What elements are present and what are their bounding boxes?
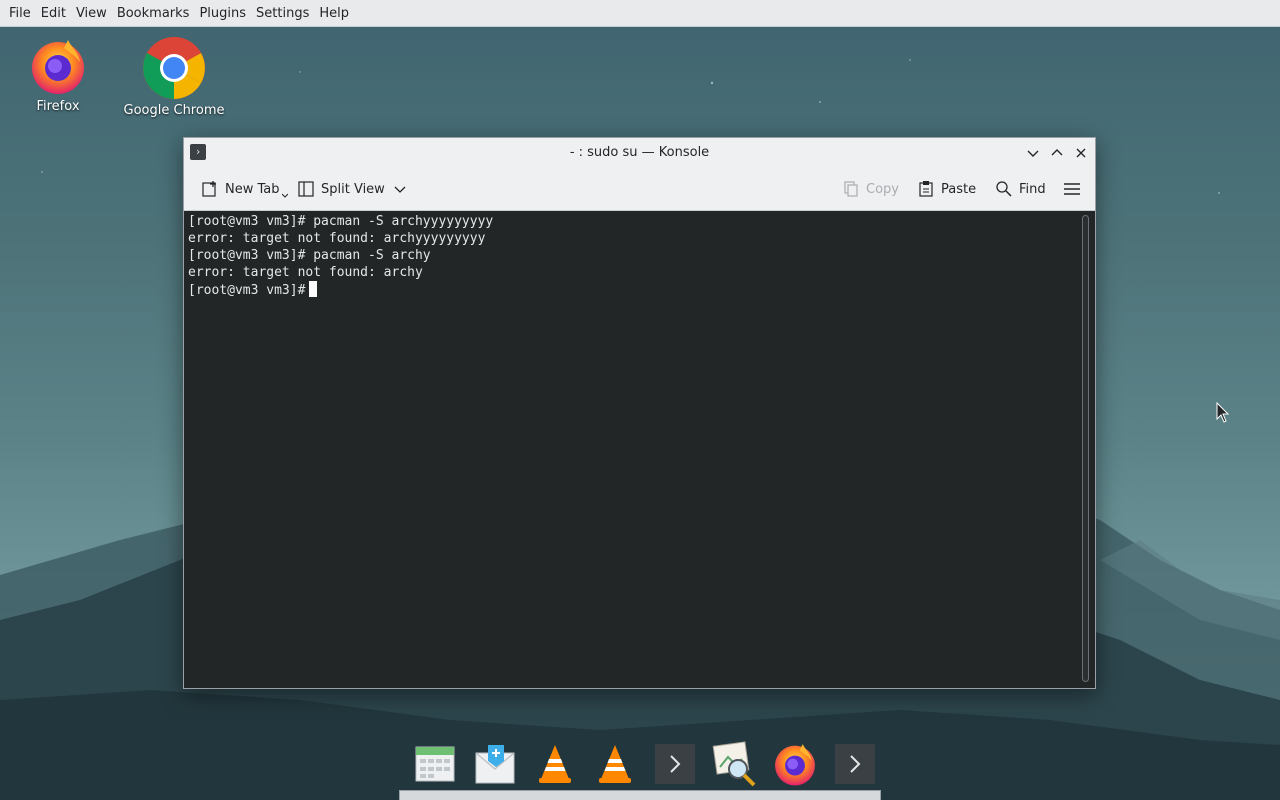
split-view-icon <box>298 181 314 197</box>
menu-edit[interactable]: Edit <box>36 0 71 27</box>
menu-help[interactable]: Help <box>314 0 354 27</box>
terminal-icon <box>835 744 875 784</box>
vlc-icon <box>539 745 571 783</box>
new-tab-icon <box>202 181 216 197</box>
terminal-scrollbar[interactable] <box>1082 215 1089 682</box>
hamburger-menu-icon <box>1064 183 1080 195</box>
desktop-icon-firefox[interactable]: Firefox <box>3 36 113 114</box>
title-bar[interactable]: - : sudo su — Konsole › <box>184 138 1095 167</box>
chevron-up-icon <box>1051 149 1063 156</box>
copy-icon <box>844 181 858 197</box>
dock-panel-edge <box>399 790 881 800</box>
maximize-button[interactable] <box>1047 143 1067 163</box>
menu-view[interactable]: View <box>71 0 112 27</box>
vlc-icon <box>599 745 631 783</box>
dock-item-calendar[interactable] <box>405 740 465 788</box>
dock-item-terminal[interactable] <box>825 740 885 788</box>
menu-file[interactable]: File <box>4 0 36 27</box>
hamburger-menu-button[interactable] <box>1063 176 1087 202</box>
mail-icon <box>475 745 515 784</box>
dock <box>405 740 885 788</box>
close-icon <box>1076 148 1086 158</box>
terminal-icon <box>655 744 695 784</box>
search-icon <box>996 181 1012 197</box>
split-view-button[interactable]: Split View <box>297 176 412 202</box>
close-button[interactable] <box>1071 143 1091 163</box>
dock-item-terminal[interactable] <box>645 740 705 788</box>
menu-plugins[interactable]: Plugins <box>194 0 251 27</box>
find-label: Find <box>1019 181 1046 197</box>
desktop-icon-chrome[interactable]: Google Chrome <box>119 36 229 118</box>
paste-label: Paste <box>941 181 977 197</box>
menu-bookmarks[interactable]: Bookmarks <box>112 0 195 27</box>
dock-item-vlc[interactable] <box>525 740 585 788</box>
terminal-prompt-line: [root@vm3 vm3]# <box>188 281 1095 298</box>
toolbar: New Tab Split View Copy Paste Find <box>184 167 1095 211</box>
konsole-window: - : sudo su — Konsole › New Tab Split Vi <box>183 137 1096 689</box>
paste-icon <box>919 181 933 197</box>
firefox-icon <box>32 40 84 94</box>
dock-item-vlc[interactable] <box>585 740 645 788</box>
find-button[interactable]: Find <box>995 176 1046 202</box>
chevron-down-icon <box>394 186 406 193</box>
terminal-line: error: target not found: archy <box>188 265 423 280</box>
dock-item-firefox[interactable] <box>765 740 825 788</box>
dock-item-image-viewer[interactable] <box>705 740 765 788</box>
konsole-app-icon[interactable]: › <box>190 144 206 160</box>
split-view-label: Split View <box>321 181 385 197</box>
dock-item-mail[interactable] <box>465 740 525 788</box>
new-tab-label: New Tab <box>225 181 280 197</box>
terminal-line: error: target not found: archyyyyyyyyy <box>188 231 486 246</box>
chevron-down-icon <box>1027 150 1039 157</box>
terminal-prompt: [root@vm3 vm3]# <box>188 283 306 298</box>
dropdown-indicator-icon <box>281 193 288 198</box>
menu-settings[interactable]: Settings <box>251 0 314 27</box>
copy-button[interactable]: Copy <box>842 176 899 202</box>
terminal-line: [root@vm3 vm3]# pacman -S archyyyyyyyyy <box>188 214 494 229</box>
window-title: - : sudo su — Konsole <box>569 145 710 160</box>
mouse-pointer-icon <box>1216 402 1230 423</box>
image-viewer-icon <box>712 741 756 787</box>
paste-button[interactable]: Paste <box>917 176 976 202</box>
copy-label: Copy <box>866 181 899 197</box>
desktop-icon-label: Firefox <box>36 99 80 114</box>
terminal-output[interactable]: [root@vm3 vm3]# pacman -S archyyyyyyyyy … <box>184 211 1095 688</box>
desktop-icon-label: Google Chrome <box>123 103 225 118</box>
calendar-icon <box>415 746 455 782</box>
minimize-button[interactable] <box>1023 143 1043 163</box>
text-cursor <box>309 281 318 297</box>
chrome-icon <box>143 37 205 99</box>
firefox-icon <box>775 744 815 786</box>
menu-bar: File Edit View Bookmarks Plugins Setting… <box>0 0 1280 27</box>
new-tab-button[interactable]: New Tab <box>201 176 288 202</box>
terminal-line: [root@vm3 vm3]# pacman -S archy <box>188 248 431 263</box>
